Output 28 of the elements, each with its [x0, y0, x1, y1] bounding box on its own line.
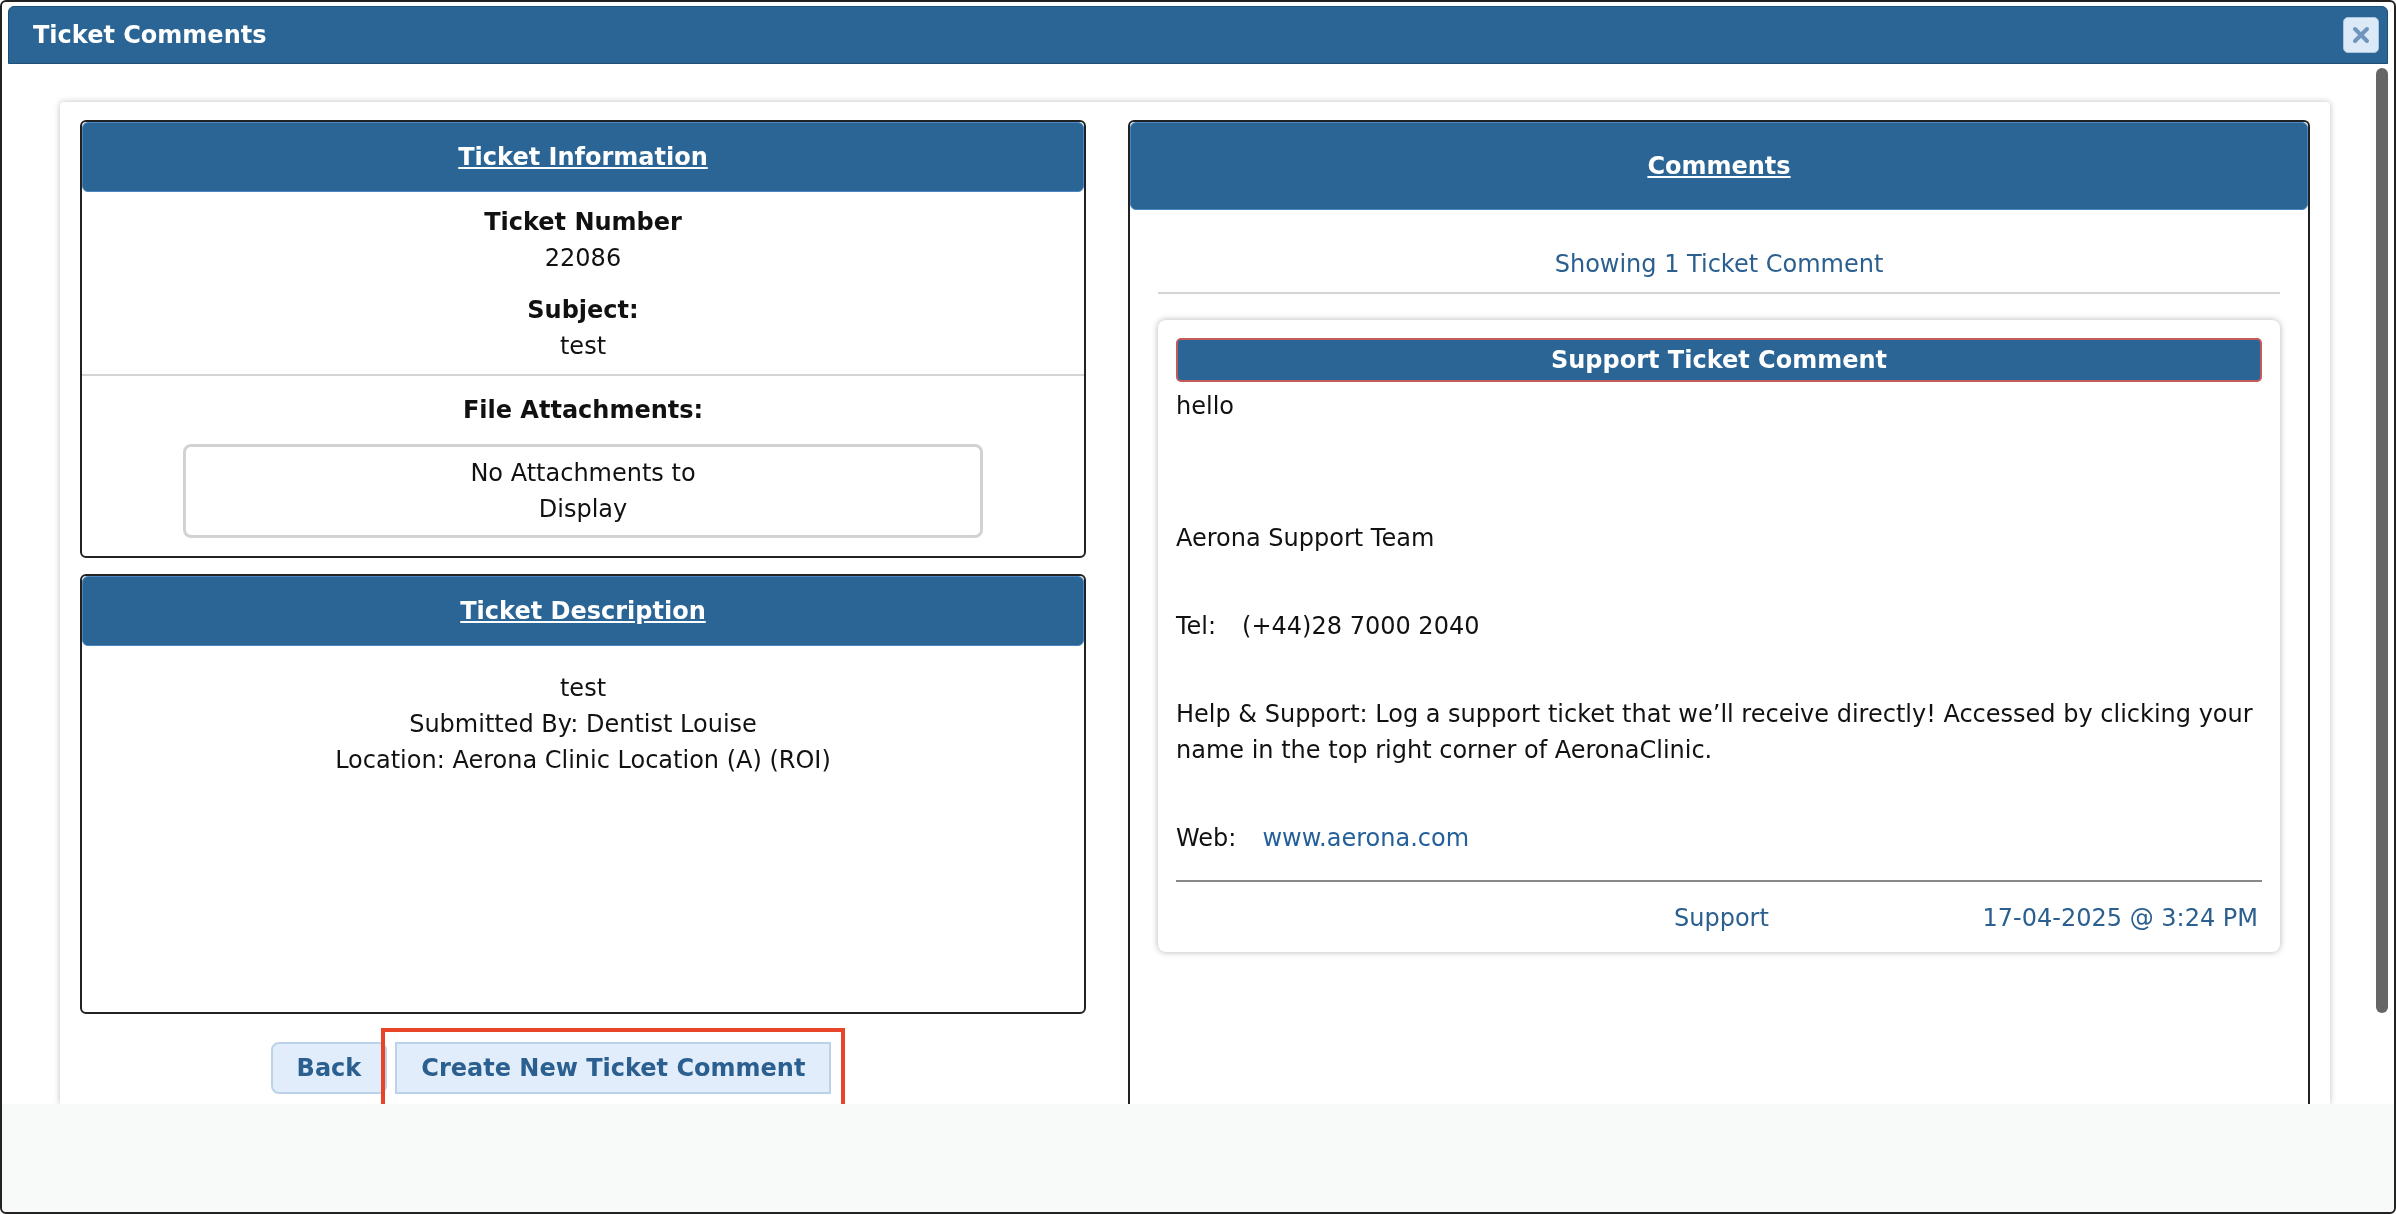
- description-line: Location: Aerona Clinic Location (A) (ROI): [334, 745, 832, 776]
- field-value: 22086: [543, 243, 623, 274]
- panel-heading-link[interactable]: Ticket Description: [460, 593, 706, 629]
- comment-count: Showing 1 Ticket Comment: [1158, 210, 2280, 294]
- field-label: File Attachments:: [461, 395, 705, 426]
- field-label: Web:: [1176, 824, 1237, 852]
- field-label: Ticket Number: [483, 207, 683, 238]
- field-label: Subject:: [526, 295, 640, 326]
- comment-author: Support: [1674, 903, 1769, 934]
- empty-message: No Attachments to Display: [183, 444, 983, 538]
- description-line: Submitted By: Dentist Louise: [408, 709, 758, 740]
- field-label: Tel:: [1176, 612, 1217, 640]
- comment-title-bar: Support Ticket Comment: [1176, 338, 2262, 382]
- close-icon: [2352, 26, 2370, 44]
- website-link[interactable]: www.aerona.com: [1262, 824, 1470, 852]
- field-value: (+44)28 7000 2040: [1242, 612, 1480, 640]
- comment-timestamp: 17-04-2025 @ 3:24 PM: [1982, 903, 2258, 934]
- comment-text: hello: [1176, 391, 1235, 422]
- description-line: test: [558, 673, 608, 704]
- comment-text: Aerona Support Team: [1176, 523, 1436, 554]
- panel-heading-link[interactable]: Ticket Information: [458, 139, 708, 175]
- field-value: test: [558, 331, 608, 362]
- close-button[interactable]: [2343, 17, 2379, 53]
- scrollbar[interactable]: [2376, 68, 2388, 1013]
- panel-heading-link[interactable]: Comments: [1647, 148, 1791, 184]
- comment-text: Help & Support: Log a support ticket that we’ll receive directly! Accessed by clicking your name in the top right corner of AeronaClinic.: [1176, 699, 2254, 766]
- action-button[interactable]: Back: [270, 1042, 388, 1094]
- window-title: Ticket Comments: [33, 20, 267, 51]
